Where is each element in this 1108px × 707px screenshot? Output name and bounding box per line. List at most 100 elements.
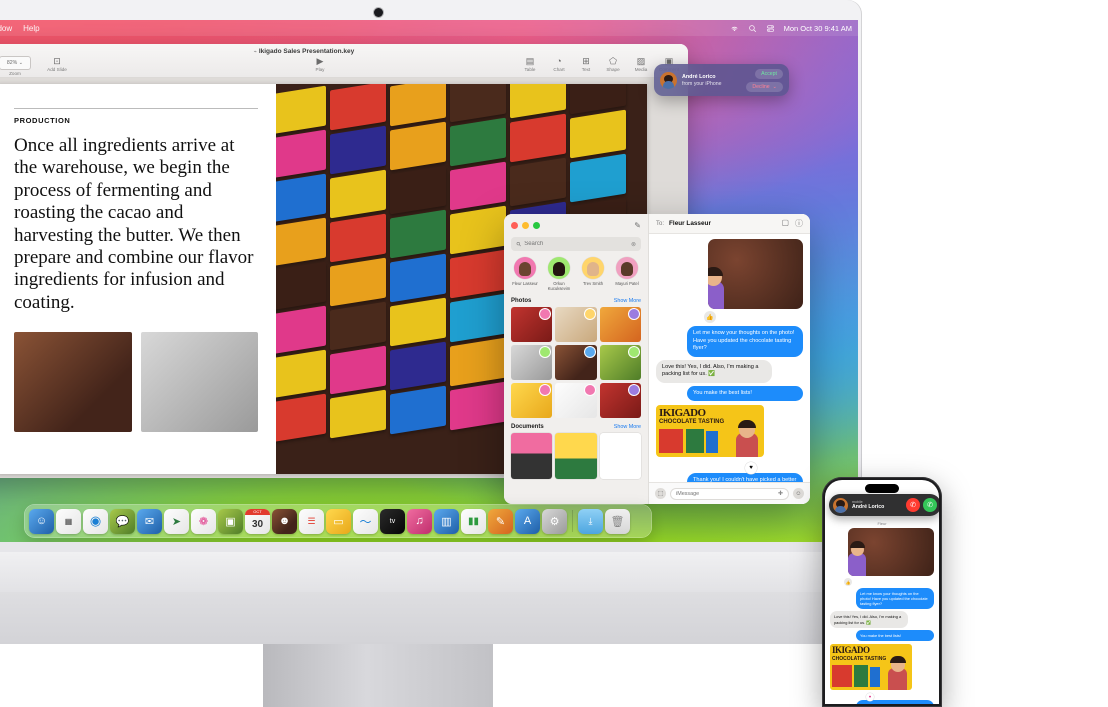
message-bubble[interactable]: Love this! Yes, I did. Also, I'm making … [830,611,908,628]
message-bubble[interactable]: Let me know your thoughts on the photo! … [856,588,934,610]
apps-icon[interactable]: ⬚ [655,488,666,499]
toolbar-add-slide-button[interactable]: ⊡ Add Slide [41,56,73,72]
menu-bar-left: to Window Help [0,24,40,33]
caller-line-type: mobile [852,499,863,504]
messages-window[interactable]: ✎ ⊗ Fleur Lasseur Ork [504,214,810,504]
clear-icon[interactable]: ⊗ [631,241,636,248]
dock-item-pages[interactable]: ✎ [488,508,513,534]
video-icon[interactable]: ▢ [781,218,789,229]
dock-item-apple-tv[interactable]: tv [380,508,405,534]
emoji-icon[interactable]: ☺ [793,488,804,499]
accept-call-button[interactable]: Accept [755,68,783,79]
dock[interactable]: ☺ ▦ ◉ 💬 ✉ ➤ ❁ ▣ OCT 30 ☻ ☰ ▭ 〜 tv ♫ ▥ ▮▮ [24,504,652,538]
close-button[interactable] [511,221,518,229]
compose-icon[interactable]: ✎ [634,221,641,230]
dock-item-system-settings[interactable]: ⚙ [542,508,567,534]
accept-call-button[interactable]: ✆ [923,498,937,512]
photo-thumbnail[interactable] [599,383,641,419]
message-bubble[interactable]: Let me know your thoughts on the photo! … [687,326,803,357]
dock-item-facetime[interactable]: ▣ [218,508,243,534]
photo-message[interactable] [848,528,934,576]
chevron-down-icon[interactable]: ⌄ [773,84,777,90]
photos-show-more-link[interactable]: Show More [614,298,641,304]
document-thumbnail[interactable] [511,433,553,480]
minimize-button[interactable] [522,221,529,229]
search-icon[interactable] [748,24,757,33]
message-bubble[interactable]: Love this! Yes, I did. Also, I'm making … [656,359,772,383]
contact-item[interactable]: Fleur Lasseur [510,257,540,291]
menu-bar-clock[interactable]: Mon Oct 30 9:41 AM [784,24,852,33]
dock-item-notes[interactable]: ▭ [326,508,351,534]
decline-call-button[interactable]: Decline ⌄ [746,81,783,92]
dock-item-contacts[interactable]: ☻ [272,508,297,534]
search-field[interactable]: ⊗ [511,237,641,251]
menu-item-window[interactable]: Window [0,24,12,33]
dock-item-calendar[interactable]: OCT 30 [245,508,270,534]
control-center-icon[interactable] [766,24,775,33]
dock-item-app-store[interactable]: A [515,508,540,534]
heart-tapback[interactable]: ♥ [866,692,874,701]
dock-item-mail[interactable]: ✉ [137,508,162,534]
document-thumbnail[interactable] [555,433,597,480]
recipient-name[interactable]: Fleur Lasseur [669,220,711,227]
dock-item-maps[interactable]: ➤ [164,508,189,534]
flyer-attachment[interactable]: IKIGADO CHOCOLATE TASTING [656,405,764,458]
dock-item-messages[interactable]: 💬 [110,508,135,534]
message-input[interactable] [676,490,778,497]
photo-message[interactable] [708,239,803,309]
heart-tapback[interactable]: ♥ [745,462,757,475]
to-label: To: [656,220,665,227]
photo-thumbnail[interactable] [555,307,597,343]
sender-badge [628,309,639,320]
dock-item-finder[interactable]: ☺ [29,508,54,534]
avatar [548,257,570,279]
call-notification[interactable]: André Lorico from your iPhone Accept Dec… [654,64,789,96]
dock-item-safari[interactable]: ◉ [83,508,108,534]
photo-thumbnail[interactable] [555,383,597,419]
photo-thumbnail[interactable] [511,307,553,343]
documents-show-more-link[interactable]: Show More [614,424,641,430]
dock-item-downloads[interactable]: ⤓ [578,508,603,534]
info-icon[interactable]: ⓘ [795,218,803,229]
iphone-message-thread[interactable]: Fleur 👍 Let me know your thoughts on the… [825,518,939,704]
photo-thumbnail[interactable] [511,383,553,419]
search-input[interactable] [524,241,628,247]
contact-item[interactable]: Trev Smith [578,257,608,291]
message-bubble[interactable]: Thank you! I couldn't have picked a bett… [687,473,803,482]
send-icon[interactable]: ✚ [778,490,783,497]
caller-avatar [660,71,677,89]
tapback-reaction[interactable]: 👍 [844,578,852,586]
dock-item-photos[interactable]: ❁ [191,508,216,534]
toolbar-zoom-button[interactable]: 82% ⌄ Zoom [0,56,31,76]
zoom-button[interactable] [533,221,540,229]
menu-bar-right: Mon Oct 30 9:41 AM [730,24,852,33]
slide-image-row [14,332,258,433]
message-thread[interactable]: 👍 Let me know your thoughts on the photo… [649,234,810,482]
dock-item-reminders[interactable]: ☰ [299,508,324,534]
toolbar-table-button[interactable]: ▤ Table [514,56,546,72]
message-bubble[interactable]: You make the best lists! [687,385,803,402]
message-bubble[interactable]: You make the best lists! [856,629,934,641]
dock-item-freeform[interactable]: 〜 [353,508,378,534]
dock-item-numbers[interactable]: ▮▮ [461,508,486,534]
flyer-attachment[interactable]: IKIGADO CHOCOLATE TASTING [830,643,912,690]
menu-item-help[interactable]: Help [23,24,39,33]
dock-item-trash[interactable]: 🗑 [605,508,630,534]
dock-item-keynote[interactable]: ▥ [434,508,459,534]
document-thumbnail[interactable] [599,433,641,480]
message-input-wrapper[interactable]: ✚ [670,487,789,500]
incoming-call-banner[interactable]: mobile André Lorico ✆ ✆ [829,494,939,516]
tapback-reaction[interactable]: 👍 [704,311,716,323]
wifi-icon[interactable] [730,24,739,33]
memoji-sticker [708,265,732,309]
decline-call-button[interactable]: ✆ [906,498,920,512]
contact-item[interactable]: Mayuri Patel [612,257,642,291]
toolbar-play-button[interactable]: ▶ Play [304,56,336,72]
contact-item[interactable]: Orkun Kucuksevim [544,257,574,291]
photo-thumbnail[interactable] [599,307,641,343]
dock-item-music[interactable]: ♫ [407,508,432,534]
dock-item-launchpad[interactable]: ▦ [56,508,81,534]
photo-thumbnail[interactable] [511,345,553,381]
photo-thumbnail[interactable] [599,345,641,381]
photo-thumbnail[interactable] [555,345,597,381]
